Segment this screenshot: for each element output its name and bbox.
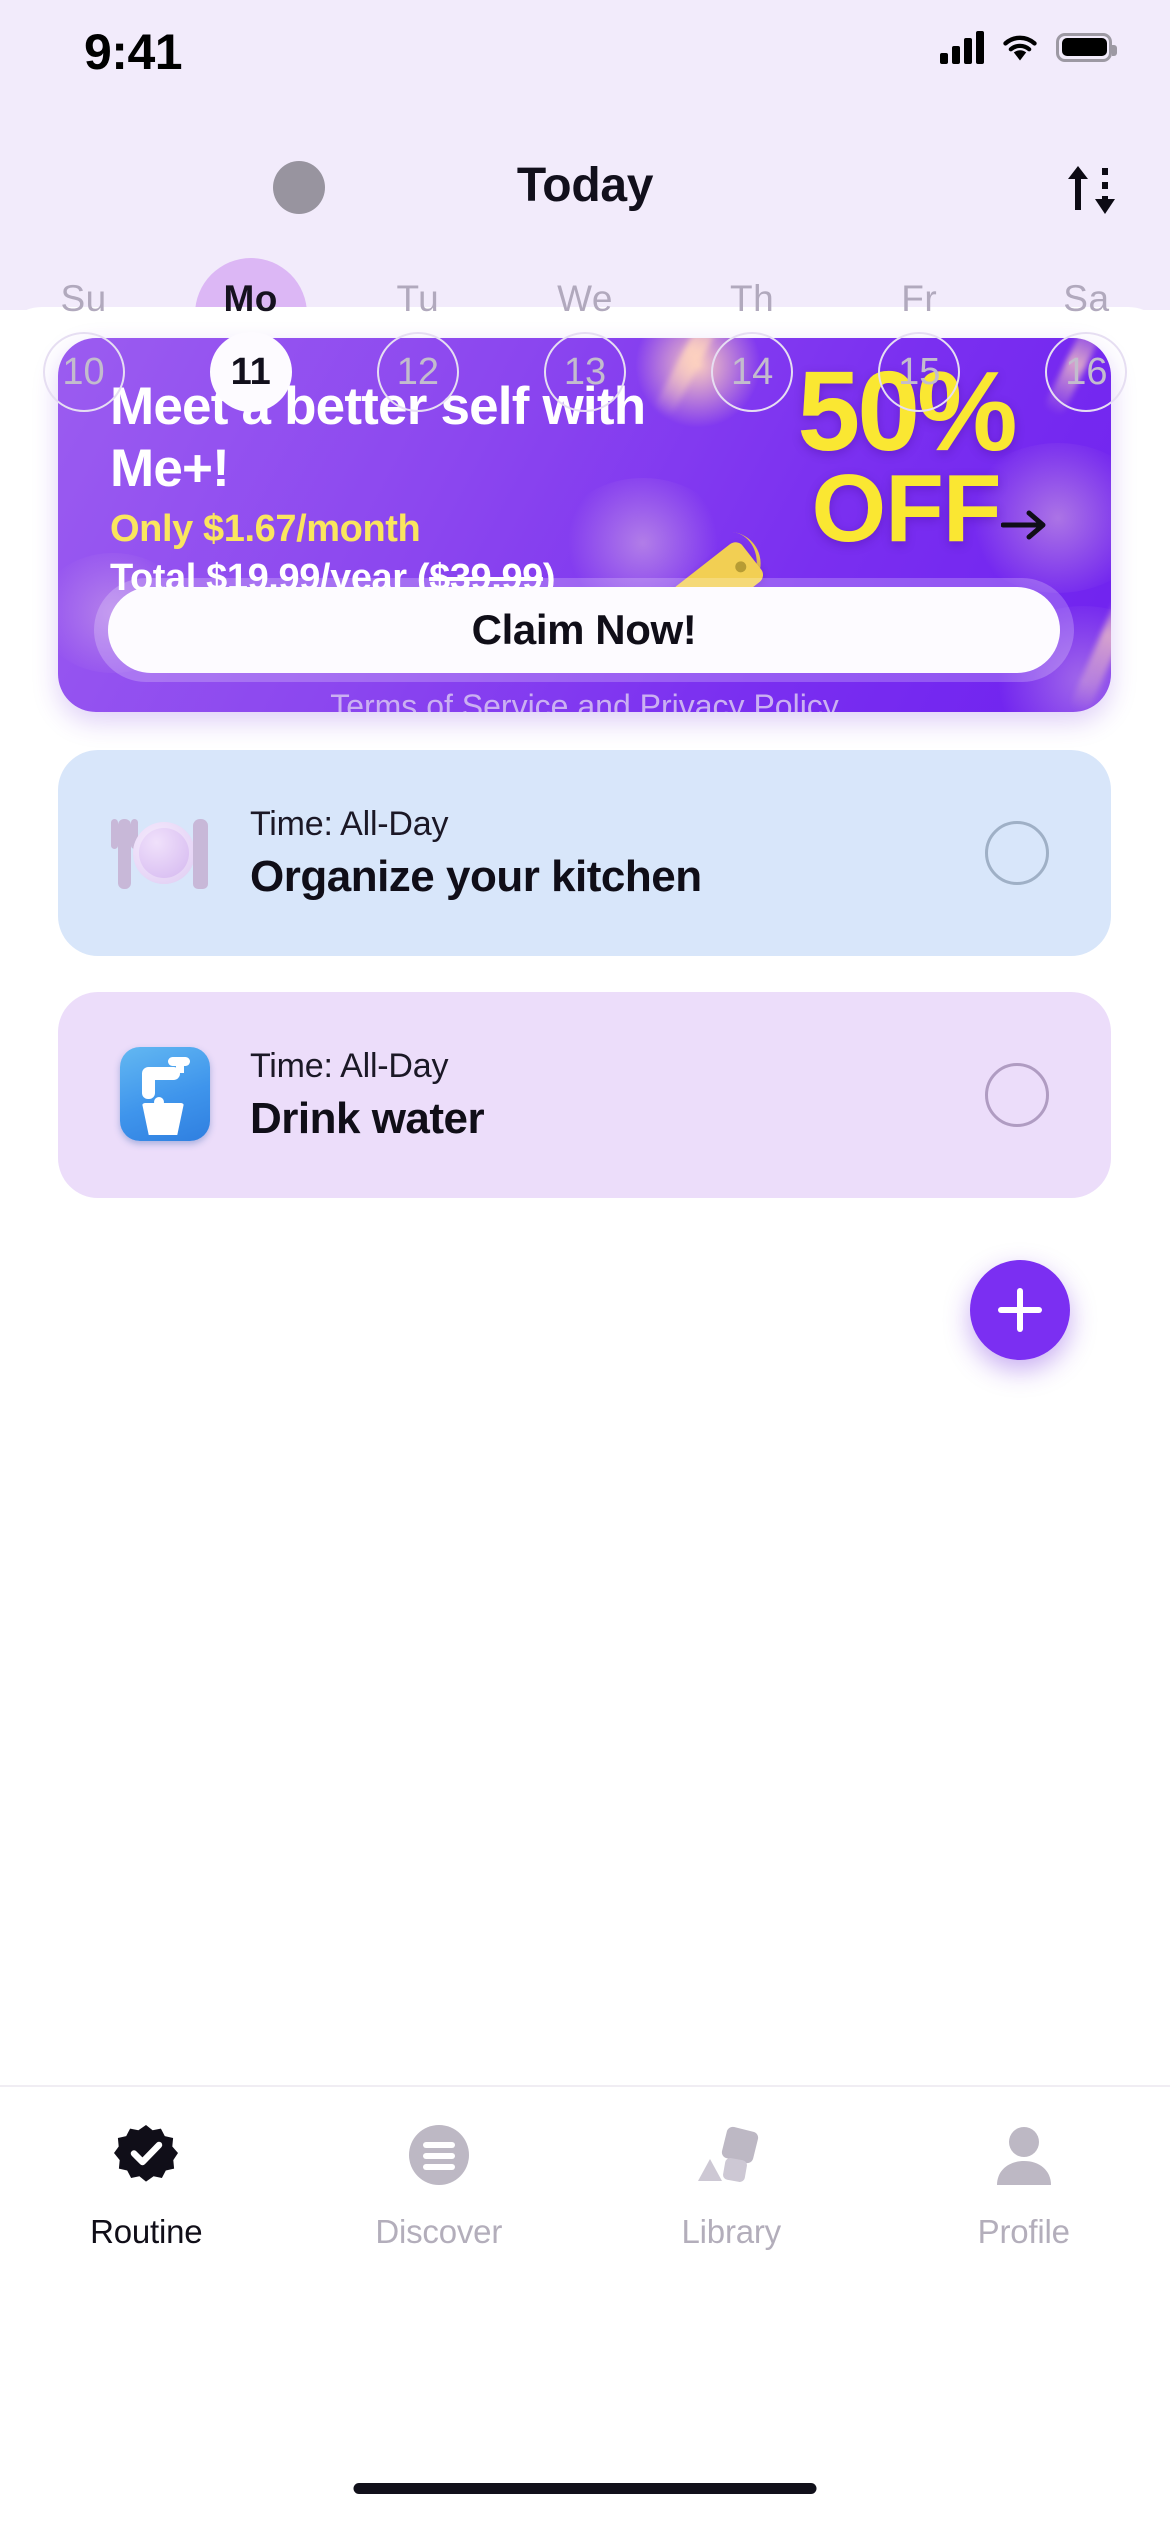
claim-now-button[interactable]: Claim Now!: [108, 587, 1060, 673]
task-text-block: Time: All-Day Drink water: [250, 1047, 985, 1144]
check-badge-icon: [111, 2123, 181, 2193]
task-text-block: Time: All-Day Organize your kitchen: [250, 805, 985, 902]
faucet-downspout-shape: [142, 1073, 155, 1099]
week-day-number: 10: [42, 332, 125, 412]
home-indicator: [353, 2483, 817, 2494]
task-title: Organize your kitchen: [250, 851, 702, 901]
terms-link[interactable]: Terms of Service and Privacy Policy: [58, 688, 1111, 712]
tab-label: Routine: [90, 2213, 203, 2250]
battery-icon: [1056, 32, 1117, 62]
shapes-icon: [696, 2123, 766, 2193]
task-time: Time: All-Day: [250, 1046, 449, 1085]
task-complete-checkbox[interactable]: [985, 1063, 1049, 1127]
task-complete-checkbox[interactable]: [985, 821, 1049, 885]
week-day-label: Su: [60, 278, 107, 319]
status-time: 9:41: [84, 24, 183, 80]
tab-routine[interactable]: Routine: [0, 2123, 293, 2251]
week-day-number: 13: [543, 332, 626, 412]
bottom-tab-bar: Routine Discover Library Profile: [0, 2085, 1170, 2532]
week-day-label: Tu: [396, 278, 440, 319]
faucet-water-emoji: [114, 1045, 214, 1145]
week-day-number: 14: [711, 332, 794, 412]
promo-monthly-price: Only $1.67/month: [110, 508, 421, 550]
tab-discover[interactable]: Discover: [293, 2123, 586, 2251]
week-day-label: Mo: [223, 278, 278, 319]
sort-arrows-icon[interactable]: [1060, 158, 1124, 220]
cellular-signal-icon: [940, 30, 984, 64]
week-day-number: 11: [209, 332, 292, 412]
task-card-organize-kitchen[interactable]: Time: All-Day Organize your kitchen: [58, 750, 1111, 956]
faucet-tile-shape: [120, 1047, 210, 1141]
tab-label: Profile: [977, 2213, 1070, 2250]
tab-list: Routine Discover Library Profile: [0, 2087, 1170, 2251]
knife-shape: [193, 819, 208, 889]
fork-shape: [111, 819, 138, 889]
week-day-number: 15: [878, 332, 961, 412]
wifi-icon: [1000, 31, 1040, 63]
page-title: Today: [516, 159, 654, 212]
plate-shape: [133, 822, 195, 884]
status-indicators: [940, 30, 1117, 64]
person-icon: [989, 2123, 1059, 2193]
lines-circle-icon: [404, 2123, 474, 2193]
task-title: Drink water: [250, 1093, 485, 1143]
week-day-number: 16: [1045, 332, 1128, 412]
plate-fork-knife-emoji: [111, 803, 214, 903]
week-day-label: We: [557, 278, 613, 319]
week-day-label: Fr: [901, 278, 938, 319]
week-day-label: Th: [730, 278, 775, 319]
status-bar: 9:41: [0, 0, 1170, 100]
tab-library[interactable]: Library: [585, 2123, 878, 2251]
nav-bar: Today: [0, 158, 1170, 240]
glass-shape: [142, 1103, 184, 1135]
tab-profile[interactable]: Profile: [878, 2123, 1170, 2251]
plus-icon: [998, 1288, 1042, 1332]
header-zone: 9:41 Today Su 10 Mo 11 Tu 12 We 13 Th 14…: [0, 0, 1170, 428]
task-card-drink-water[interactable]: Time: All-Day Drink water: [58, 992, 1111, 1198]
tab-label: Library: [681, 2213, 782, 2250]
add-task-fab[interactable]: [970, 1260, 1070, 1360]
tab-label: Discover: [375, 2213, 503, 2250]
week-day-number: 12: [376, 332, 459, 412]
arrow-right-icon: [1000, 509, 1047, 541]
task-time: Time: All-Day: [250, 804, 449, 843]
week-day-label: Sa: [1063, 278, 1110, 319]
